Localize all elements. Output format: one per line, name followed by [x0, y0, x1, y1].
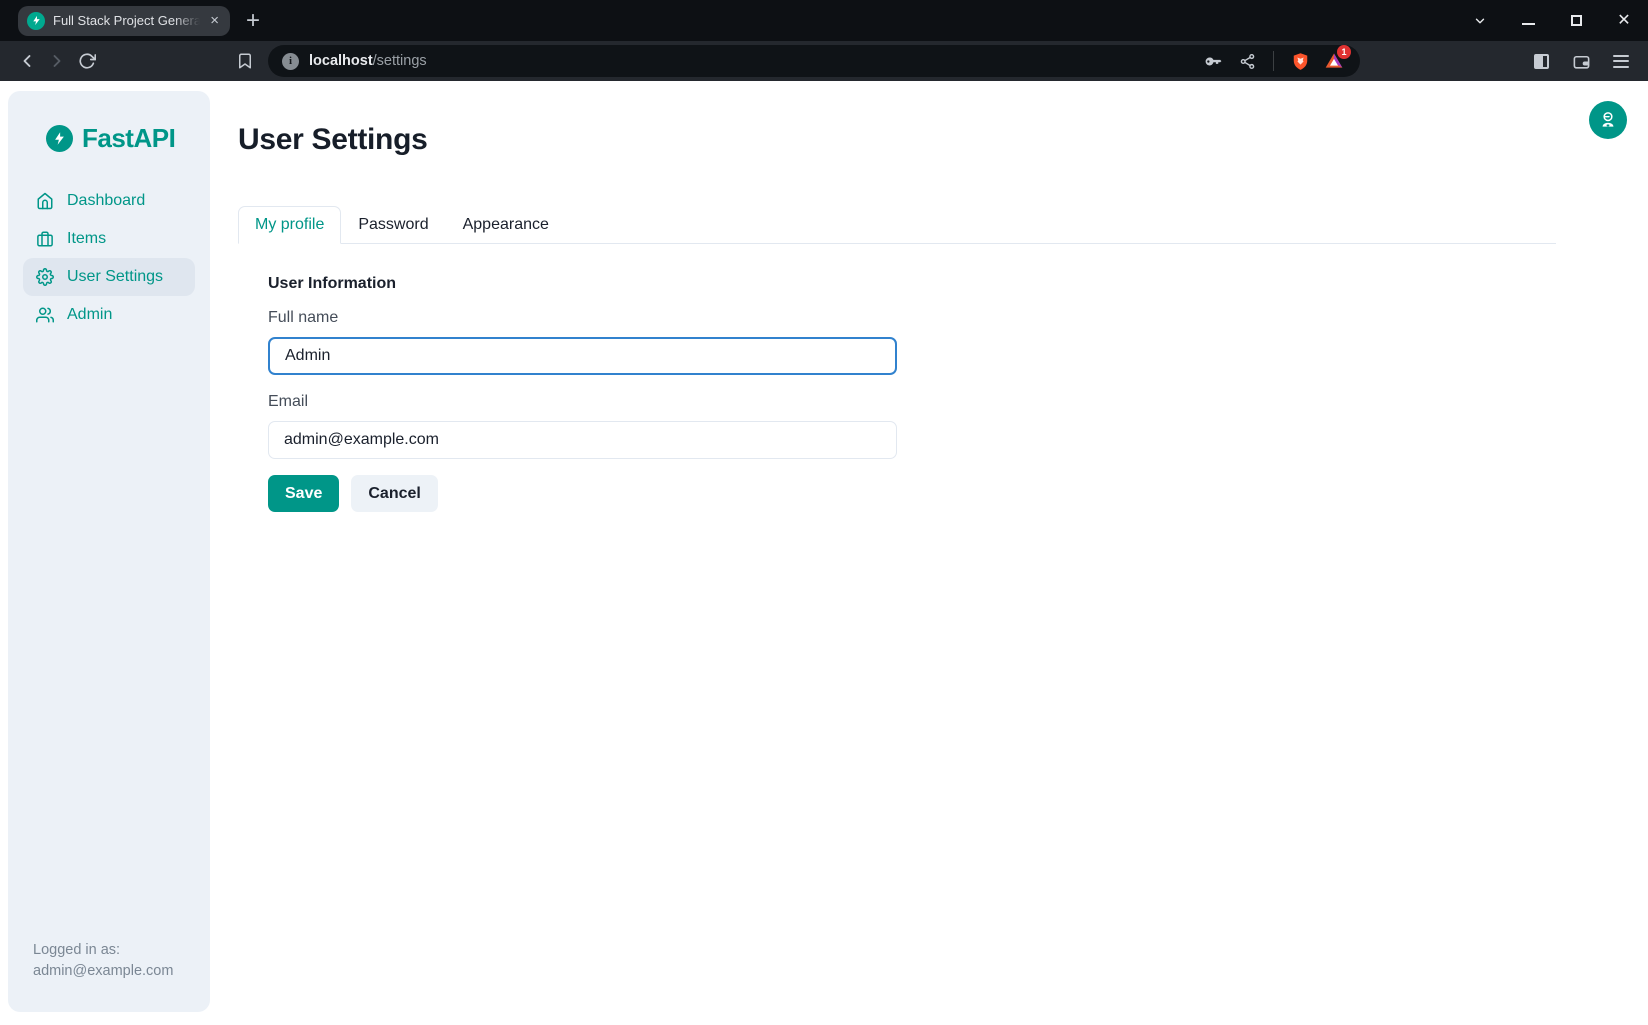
forward-button[interactable]: [42, 46, 72, 76]
window-controls: ✕: [1472, 0, 1632, 41]
side-panel-toggle-icon[interactable]: [1526, 46, 1556, 76]
briefcase-icon: [36, 230, 54, 248]
sidebar: FastAPI Dashboard Items User Settings Ad…: [8, 91, 210, 1012]
reload-button[interactable]: [72, 46, 102, 76]
sidebar-nav: Dashboard Items User Settings Admin: [8, 182, 210, 334]
fastapi-favicon-bolt-icon: [27, 12, 45, 30]
window-maximize-button[interactable]: [1568, 13, 1584, 29]
logged-in-email: admin@example.com: [33, 961, 200, 982]
sidebar-item-user-settings[interactable]: User Settings: [23, 258, 195, 296]
tab-search-chevron-icon[interactable]: [1472, 13, 1488, 29]
browser-tab-title: Full Stack Project Generator: [53, 13, 200, 29]
tab-my-profile[interactable]: My profile: [238, 206, 341, 244]
fastapi-logo-text: FastAPI: [82, 123, 175, 154]
user-menu-avatar-button[interactable]: [1589, 101, 1627, 139]
logged-in-info: Logged in as: admin@example.com: [8, 940, 210, 1012]
page-title: User Settings: [238, 123, 428, 157]
url-bar[interactable]: i localhost/settings 1: [268, 45, 1360, 77]
form-actions: Save Cancel: [268, 475, 438, 512]
home-icon: [36, 192, 54, 210]
app-page: FastAPI Dashboard Items User Settings Ad…: [0, 81, 1648, 1025]
sidebar-item-dashboard[interactable]: Dashboard: [23, 182, 195, 220]
sidebar-item-items[interactable]: Items: [23, 220, 195, 258]
email-input[interactable]: [268, 421, 897, 459]
tab-close-icon[interactable]: ×: [208, 11, 221, 30]
section-title: User Information: [268, 275, 396, 293]
site-info-icon[interactable]: i: [282, 53, 299, 70]
tab-appearance[interactable]: Appearance: [446, 206, 566, 244]
menu-hamburger-icon[interactable]: [1606, 46, 1636, 76]
url-host: localhost: [309, 53, 373, 69]
bookmark-icon[interactable]: [230, 46, 260, 76]
sidebar-item-label: User Settings: [67, 268, 163, 286]
url-text: localhost/settings: [309, 53, 427, 69]
window-close-button[interactable]: ✕: [1616, 13, 1632, 29]
sidebar-item-label: Dashboard: [67, 192, 145, 210]
cancel-button[interactable]: Cancel: [351, 475, 437, 512]
toolbar-divider: [1273, 51, 1274, 71]
sidebar-item-label: Items: [67, 230, 106, 248]
sidebar-item-label: Admin: [67, 306, 112, 324]
brave-wallet-icon[interactable]: [1566, 46, 1596, 76]
url-path: /settings: [373, 53, 427, 69]
settings-tabs: My profile Password Appearance: [238, 206, 1556, 244]
tab-password[interactable]: Password: [341, 206, 445, 244]
logged-in-label: Logged in as:: [33, 940, 200, 961]
gear-icon: [36, 268, 54, 286]
browser-titlebar: Full Stack Project Generator × + ✕: [0, 0, 1648, 41]
full-name-label: Full name: [268, 309, 338, 327]
fastapi-logo: FastAPI: [46, 123, 210, 154]
browser-tab[interactable]: Full Stack Project Generator ×: [18, 6, 230, 36]
fastapi-bolt-icon: [46, 125, 73, 152]
user-astronaut-icon: [1598, 110, 1618, 130]
password-key-icon[interactable]: [1201, 49, 1225, 73]
sidebar-item-admin[interactable]: Admin: [23, 296, 195, 334]
rewards-notification-badge: 1: [1337, 45, 1351, 59]
back-button[interactable]: [12, 46, 42, 76]
users-icon: [36, 306, 54, 324]
browser-navbar: i localhost/settings 1: [0, 41, 1648, 81]
email-label: Email: [268, 393, 308, 411]
brave-shield-icon[interactable]: [1288, 49, 1312, 73]
new-tab-button[interactable]: +: [246, 9, 260, 33]
brave-rewards-bat-icon[interactable]: 1: [1322, 49, 1346, 73]
save-button[interactable]: Save: [268, 475, 339, 512]
window-minimize-button[interactable]: [1520, 13, 1536, 29]
full-name-input[interactable]: [268, 337, 897, 375]
share-icon[interactable]: [1235, 49, 1259, 73]
